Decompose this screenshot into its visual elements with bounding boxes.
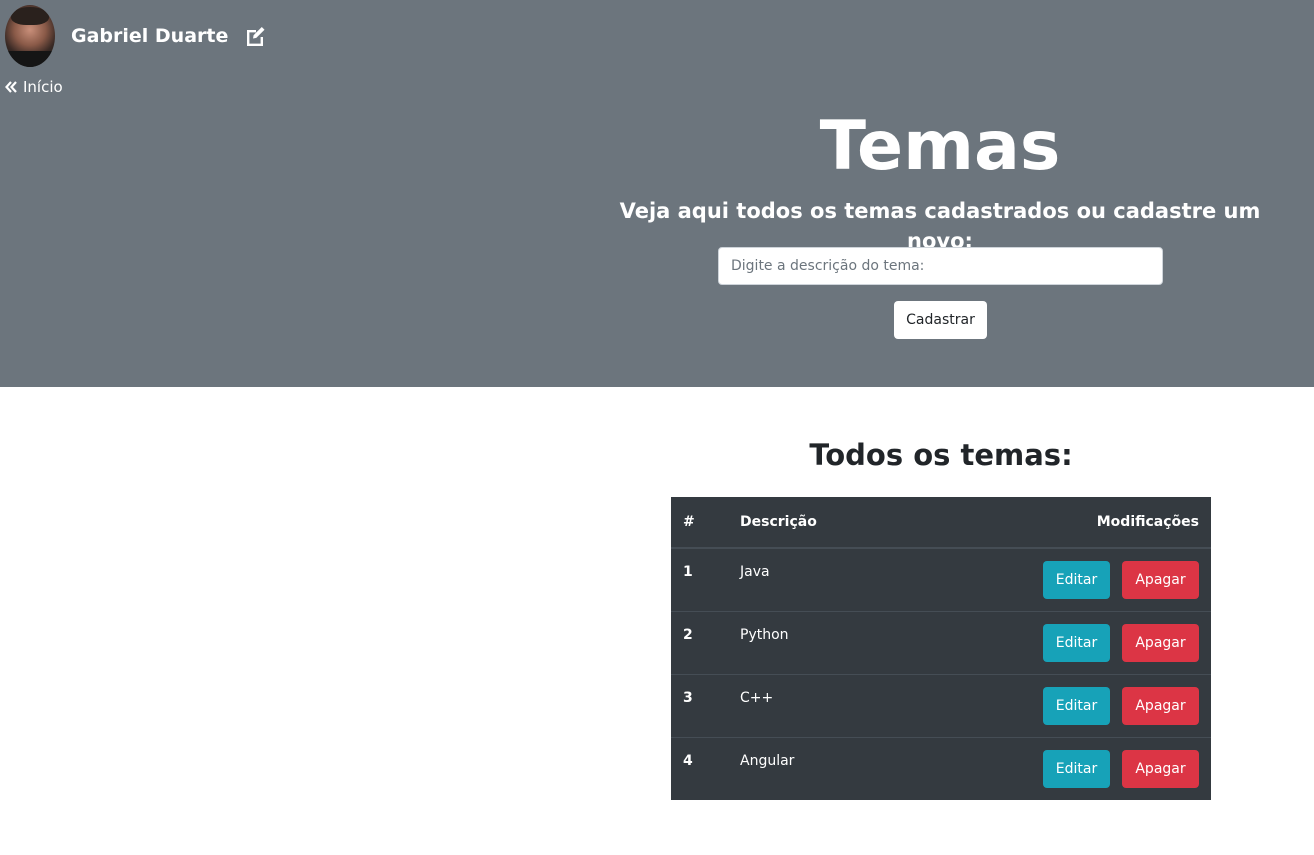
column-header-modifications: Modificações xyxy=(901,497,1211,549)
delete-button[interactable]: Apagar xyxy=(1122,750,1199,788)
delete-button[interactable]: Apagar xyxy=(1122,561,1199,599)
themes-list-title: Todos os temas: xyxy=(809,438,1073,472)
delete-button[interactable]: Apagar xyxy=(1122,687,1199,725)
table-row: 3 C++ Editar Apagar xyxy=(671,666,1211,738)
page-title: Temas xyxy=(819,107,1061,186)
row-description: Python xyxy=(728,603,902,667)
edit-button[interactable]: Editar xyxy=(1043,687,1110,725)
row-id: 4 xyxy=(671,729,728,792)
table-row: 2 Python Editar Apagar xyxy=(671,603,1211,675)
edit-icon[interactable] xyxy=(243,24,267,48)
table-row: 4 Angular Editar Apagar xyxy=(671,729,1211,800)
row-actions: Editar Apagar xyxy=(901,737,1211,800)
row-id: 1 xyxy=(671,539,728,604)
user-profile: Gabriel Duarte xyxy=(5,5,267,67)
delete-button[interactable]: Apagar xyxy=(1122,624,1199,662)
row-description: C++ xyxy=(728,666,902,730)
theme-description-input[interactable] xyxy=(718,247,1163,285)
avatar xyxy=(5,5,55,67)
back-to-home-link[interactable]: Início xyxy=(4,78,63,96)
angle-double-left-icon xyxy=(5,81,17,93)
edit-button[interactable]: Editar xyxy=(1043,624,1110,662)
header: Gabriel Duarte Início Temas Veja aqui to… xyxy=(0,0,1314,387)
row-actions: Editar Apagar xyxy=(901,547,1211,612)
table-row: 1 Java Editar Apagar xyxy=(671,539,1211,612)
themes-table: # Descrição Modificações 1 Java Editar Ap… xyxy=(671,497,1211,800)
row-id: 3 xyxy=(671,666,728,730)
row-description: Angular xyxy=(728,729,902,792)
back-link-label: Início xyxy=(23,78,63,96)
row-id: 2 xyxy=(671,603,728,667)
register-theme-button[interactable]: Cadastrar xyxy=(894,301,987,339)
row-actions: Editar Apagar xyxy=(901,611,1211,675)
user-name: Gabriel Duarte xyxy=(71,25,229,47)
row-actions: Editar Apagar xyxy=(901,674,1211,738)
row-description: Java xyxy=(728,539,902,604)
edit-button[interactable]: Editar xyxy=(1043,750,1110,788)
edit-button[interactable]: Editar xyxy=(1043,561,1110,599)
